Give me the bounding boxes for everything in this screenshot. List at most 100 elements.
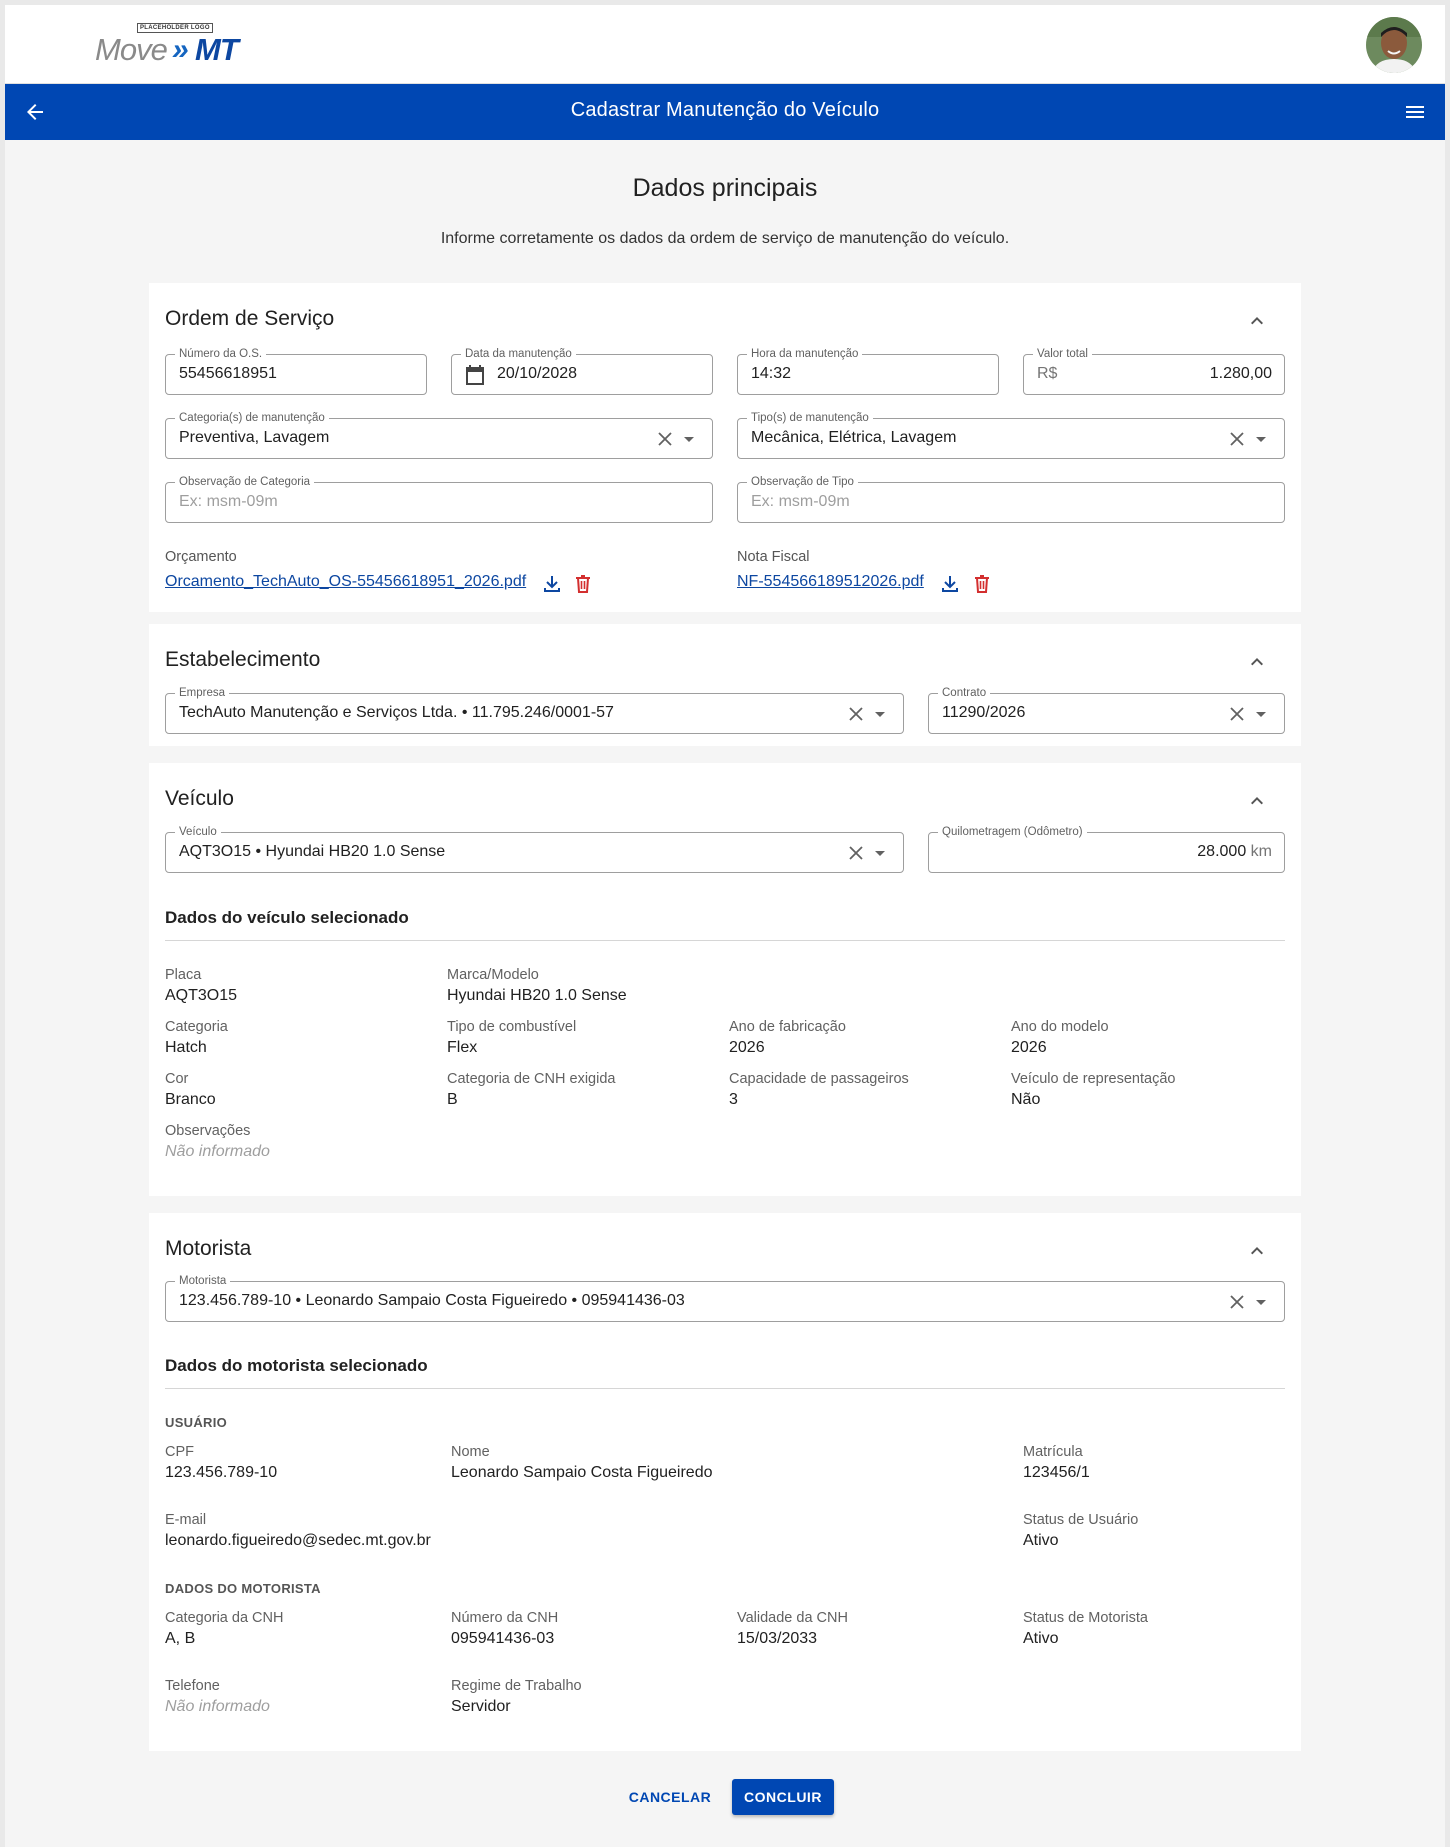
os-number-label: Número da O.S. (175, 347, 267, 361)
observations-value: Não informado (165, 1143, 270, 1160)
manufacture-year-value: 2026 (729, 1039, 765, 1056)
dropdown-arrow-icon[interactable] (680, 430, 698, 448)
cnh-category-value: A, B (165, 1630, 196, 1647)
plate-value: AQT3O15 (165, 987, 238, 1004)
close-icon[interactable] (1228, 705, 1246, 723)
currency-prefix: R$ (1037, 365, 1058, 382)
page-subtitle: Informe corretamente os dados da ordem d… (440, 230, 1010, 247)
close-icon[interactable] (1228, 1293, 1246, 1311)
cancel-button[interactable]: CANCELAR (618, 1779, 722, 1815)
app-frame: PLACEHOLDER LOGO Move » MT Cadastrar Man… (5, 5, 1445, 1847)
chevron-up-icon[interactable] (1245, 1239, 1269, 1263)
driver-select[interactable]: Motorista 123.456.789-10 • Leonardo Samp… (165, 1274, 1285, 1322)
maintenance-date-field[interactable]: Data da manutenção 20/10/2028 (451, 347, 713, 395)
card-estabelecimento: Estabelecimento Empresa TechAuto Manuten… (149, 624, 1301, 746)
user-status-value: Ativo (1023, 1532, 1059, 1549)
menu-icon[interactable] (1403, 100, 1427, 124)
model-year-label: Ano do modelo (1011, 1019, 1109, 1035)
dropdown-arrow-icon[interactable] (1252, 430, 1270, 448)
trash-icon[interactable] (573, 574, 593, 594)
required-cnh-label: Categoria de CNH exigida (447, 1071, 616, 1087)
contract-select[interactable]: Contrato 11290/2026 (928, 686, 1285, 734)
close-icon[interactable] (847, 705, 865, 723)
cnh-number-value: 095941436-03 (451, 1630, 555, 1647)
company-select[interactable]: Empresa TechAuto Manutenção e Serviços L… (165, 686, 904, 734)
close-icon[interactable] (1228, 430, 1246, 448)
required-cnh-value: B (447, 1091, 458, 1108)
maintenance-category-select[interactable]: Categoria(s) de manutenção Preventiva, L… (165, 411, 713, 459)
driver-status-label: Status de Motorista (1023, 1610, 1148, 1626)
budget-file-link[interactable]: Orcamento_TechAuto_OS-55456618951_2026.p… (165, 573, 526, 591)
driver-label: Motorista (175, 1274, 231, 1288)
chevron-up-icon[interactable] (1245, 789, 1269, 813)
plate-label: Placa (165, 967, 202, 983)
divider (165, 940, 1285, 941)
email-label: E-mail (165, 1512, 207, 1528)
email-value: leonardo.figueiredo@sedec.mt.gov.br (165, 1532, 431, 1549)
download-icon[interactable] (940, 574, 960, 594)
divider (165, 1388, 1285, 1389)
maintenance-type-value: Mecânica, Elétrica, Lavagem (751, 429, 957, 446)
user-avatar[interactable] (1366, 17, 1422, 73)
brand-model-value: Hyundai HB20 1.0 Sense (447, 987, 627, 1004)
company-label: Empresa (175, 686, 230, 700)
maintenance-date-label: Data da manutenção (461, 347, 576, 361)
close-icon[interactable] (847, 844, 865, 862)
maintenance-time-field[interactable]: Hora da manutenção 14:32 (737, 347, 999, 395)
chevron-up-icon[interactable] (1245, 650, 1269, 674)
os-number-value: 55456618951 (179, 365, 277, 382)
dropdown-arrow-icon[interactable] (1252, 705, 1270, 723)
vehicle-select[interactable]: Veículo AQT3O15 • Hyundai HB20 1.0 Sense (165, 825, 904, 873)
dropdown-arrow-icon[interactable] (1252, 1293, 1270, 1311)
cnh-category-label: Categoria da CNH (165, 1610, 284, 1626)
close-icon[interactable] (656, 430, 674, 448)
category-label: Categoria (165, 1019, 228, 1035)
company-value: TechAuto Manutenção e Serviços Ltda. • 1… (179, 704, 614, 721)
maintenance-time-label: Hora da manutenção (747, 347, 863, 361)
name-label: Nome (451, 1444, 490, 1460)
logo-chevron: » (172, 33, 189, 66)
invoice-label: Nota Fiscal (737, 549, 810, 565)
maintenance-type-select[interactable]: Tipo(s) de manutenção Mecânica, Elétrica… (737, 411, 1285, 459)
phone-value: Não informado (165, 1698, 270, 1715)
calendar-icon[interactable] (465, 364, 485, 386)
confirm-button[interactable]: CONCLUIR (732, 1779, 834, 1815)
phone-label: Telefone (165, 1678, 220, 1694)
manufacture-year-label: Ano de fabricação (729, 1019, 846, 1035)
vehicle-label: Veículo (175, 825, 221, 839)
card-title-ordem: Ordem de Serviço (165, 307, 335, 330)
category-observation-input[interactable]: Observação de Categoria Ex: msm-09m (165, 475, 713, 523)
total-value-label: Valor total (1033, 347, 1092, 361)
vehicle-value: AQT3O15 • Hyundai HB20 1.0 Sense (179, 843, 446, 860)
os-number-field[interactable]: Número da O.S. 55456618951 (165, 347, 427, 395)
observations-label: Observações (165, 1123, 251, 1139)
dropdown-arrow-icon[interactable] (871, 844, 889, 862)
app-bar: Cadastrar Manutenção do Veículo (5, 84, 1445, 140)
card-ordem-servico: Ordem de Serviço Número da O.S. 55456618… (149, 283, 1301, 612)
type-observation-placeholder: Ex: msm-09m (751, 493, 850, 510)
odometer-unit: km (1250, 843, 1272, 860)
odometer-field[interactable]: Quilometragem (Odômetro) 28.000 km (928, 825, 1285, 873)
odometer-label: Quilometragem (Odômetro) (938, 825, 1087, 839)
card-title-motorista: Motorista (165, 1237, 252, 1260)
card-title-veiculo: Veículo (165, 787, 234, 810)
chevron-up-icon[interactable] (1245, 309, 1269, 333)
name-value: Leonardo Sampaio Costa Figueiredo (451, 1464, 713, 1481)
driver-value: 123.456.789-10 • Leonardo Sampaio Costa … (179, 1292, 685, 1309)
dropdown-arrow-icon[interactable] (871, 705, 889, 723)
movemt-logo[interactable]: PLACEHOLDER LOGO Move » MT (95, 23, 245, 69)
color-value: Branco (165, 1091, 216, 1108)
type-observation-input[interactable]: Observação de Tipo Ex: msm-09m (737, 475, 1285, 523)
cnh-validity-label: Validade da CNH (737, 1610, 848, 1626)
download-icon[interactable] (542, 574, 562, 594)
trash-icon[interactable] (972, 574, 992, 594)
user-status-label: Status de Usuário (1023, 1512, 1139, 1528)
category-value: Hatch (165, 1039, 207, 1056)
cpf-label: CPF (165, 1444, 194, 1460)
invoice-file-link[interactable]: NF-554566189512026.pdf (737, 573, 924, 591)
user-group-title: USUÁRIO (165, 1415, 228, 1430)
work-regime-value: Servidor (451, 1698, 511, 1715)
driver-status-value: Ativo (1023, 1630, 1059, 1647)
total-value-field[interactable]: Valor total R$ 1.280,00 (1023, 347, 1285, 395)
passenger-capacity-value: 3 (729, 1091, 738, 1108)
